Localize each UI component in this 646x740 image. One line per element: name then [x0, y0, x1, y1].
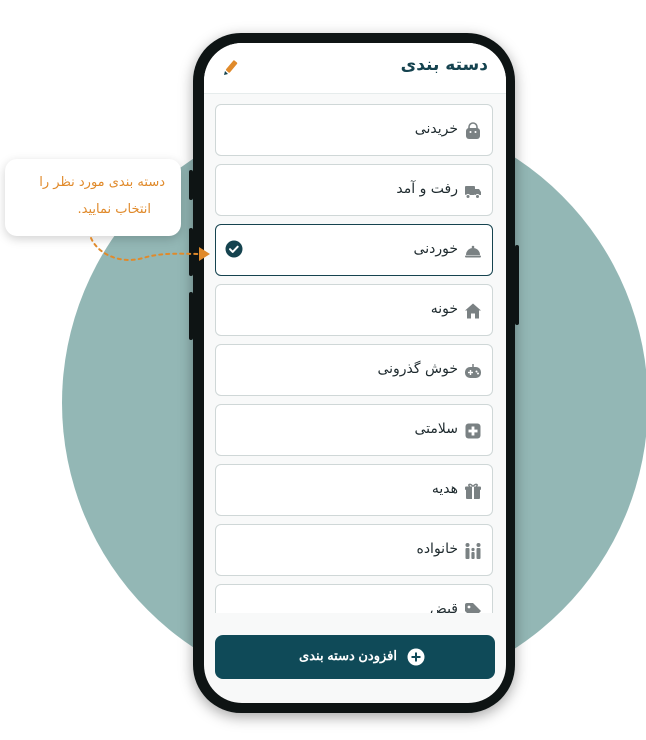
gift-icon [465, 483, 481, 499]
header-bar: دسته بندی [204, 43, 506, 94]
home-icon [465, 303, 481, 319]
add-category-label: افزودن دسته بندی [299, 648, 397, 663]
category-item-health[interactable]: سلامتی [215, 404, 493, 456]
tag-icon [465, 603, 481, 613]
category-label: رفت و آمد [396, 181, 458, 197]
phone-side-button [189, 170, 193, 200]
category-label: هدیه [431, 481, 458, 497]
hint-tooltip: دسته بندی مورد نظر را انتخاب نمایید. [5, 159, 181, 236]
pencil-icon[interactable] [222, 59, 240, 77]
add-category-button[interactable]: افزودن دسته بندی [215, 635, 495, 679]
family-icon [465, 543, 481, 559]
category-label: خوردنی [413, 241, 458, 257]
category-label: سلامتی [414, 421, 458, 437]
category-label: خوش گذرونی [377, 361, 458, 377]
page-title: دسته بندی [400, 55, 488, 75]
food-cloche-icon [465, 245, 481, 258]
tooltip-line-1: دسته بندی مورد نظر را [39, 175, 165, 190]
category-item-fun[interactable]: خوش گذرونی [215, 344, 493, 396]
gamepad-icon [465, 364, 481, 378]
phone-side-button [189, 292, 193, 340]
tooltip-connector [90, 237, 210, 261]
category-label: خونه [430, 301, 458, 317]
category-label: خریدنی [414, 121, 458, 137]
category-item-home[interactable]: خونه [215, 284, 493, 336]
plus-circle-icon [407, 648, 425, 666]
medical-plus-icon [465, 423, 481, 439]
category-item-shopping[interactable]: خریدنی [215, 104, 493, 156]
category-label: قبض [429, 601, 458, 613]
truck-icon [465, 186, 481, 199]
category-label: خانواده [416, 541, 458, 557]
category-item-bill[interactable]: قبض [215, 584, 493, 613]
shopping-bag-icon [466, 122, 480, 139]
category-item-food[interactable]: خوردنی [215, 224, 493, 276]
category-item-family[interactable]: خانواده [215, 524, 493, 576]
tooltip-line-2: انتخاب نمایید. [77, 202, 151, 217]
phone-power-button [515, 245, 519, 325]
category-list[interactable]: خریدنی رفت و آمد خوردنی خونه خوش گذرونی … [204, 93, 506, 613]
phone-screen: دسته بندی خریدنی رفت و آمد خوردنی خونه خ… [204, 43, 506, 703]
category-item-gift[interactable]: هدیه [215, 464, 493, 516]
check-circle-icon [225, 240, 243, 258]
category-item-transport[interactable]: رفت و آمد [215, 164, 493, 216]
